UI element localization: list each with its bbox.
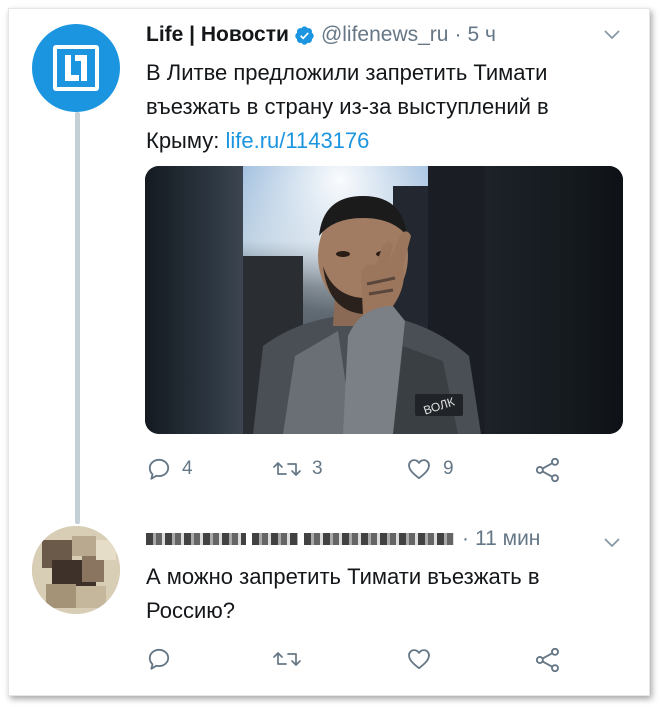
like-action[interactable]: 9 [405, 456, 454, 482]
avatar-reply-user[interactable] [32, 526, 120, 614]
tweet-timestamp[interactable]: 5 ч [467, 23, 495, 47]
reply-action[interactable]: 4 [146, 456, 193, 482]
life-logo-icon [53, 45, 99, 91]
share-icon [535, 457, 559, 483]
author-name[interactable]: Life | Новости [146, 23, 289, 47]
author-handle[interactable]: @lifenews_ru [321, 23, 449, 47]
reply-text: А можно запретить Тимати въезжать в Росс… [146, 564, 540, 623]
reply-count: 4 [182, 458, 193, 479]
media-photo: ВОЛК [243, 166, 485, 434]
share-icon [535, 647, 559, 673]
photo-portrait-illustration: ВОЛК [243, 166, 485, 434]
tweet-text: В Литве предложили запретить Тимати въез… [146, 56, 626, 158]
media-blur-right [485, 166, 623, 434]
chevron-down-icon[interactable] [604, 538, 620, 548]
media-blur-left [145, 166, 243, 434]
share-action[interactable] [534, 646, 562, 674]
avatar-life-news[interactable] [32, 24, 120, 112]
reply-icon [148, 458, 170, 480]
share-action[interactable] [534, 456, 562, 484]
verified-badge-icon [295, 25, 314, 45]
retweet-action[interactable]: 3 [272, 456, 323, 482]
redacted-author-name [146, 533, 246, 545]
thread-connector-line [75, 112, 80, 524]
retweet-icon [273, 652, 301, 666]
heart-icon [408, 459, 430, 480]
tweet-link[interactable]: life.ru/1143176 [225, 128, 369, 153]
separator-dot: · [454, 23, 462, 46]
chevron-down-icon[interactable] [604, 30, 620, 40]
retweet-action[interactable] [272, 646, 302, 672]
reply-action[interactable] [146, 646, 172, 672]
retweet-count: 3 [312, 458, 323, 479]
heart-icon [408, 649, 430, 670]
like-action[interactable] [405, 646, 433, 672]
reply-header: · 11 мин [146, 524, 540, 554]
tweet-header: Life | Новости @lifenews_ru · 5 ч [146, 20, 496, 50]
tweet-media-image[interactable]: ВОЛК [145, 166, 623, 434]
like-count: 9 [443, 458, 454, 479]
redacted-handle-prefix [252, 533, 298, 545]
reply-icon [148, 648, 170, 670]
reply-timestamp[interactable]: 11 мин [475, 527, 540, 551]
retweet-icon [273, 462, 301, 476]
separator-dot: · [462, 527, 469, 550]
redacted-handle [304, 533, 454, 545]
